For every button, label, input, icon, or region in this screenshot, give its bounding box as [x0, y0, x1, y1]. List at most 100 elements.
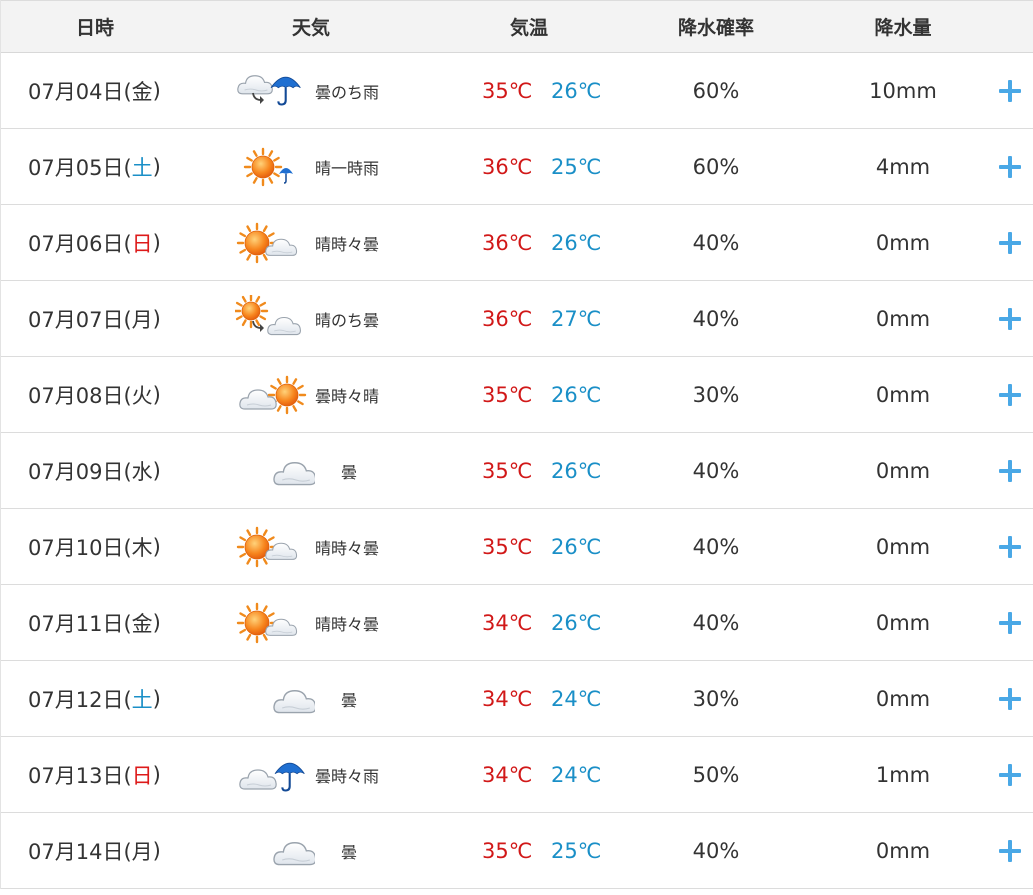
high-temp: 36℃	[482, 230, 533, 255]
precip-probability: 40%	[692, 838, 740, 863]
high-temp: 35℃	[482, 78, 533, 103]
low-temp: 26℃	[551, 382, 602, 407]
precip-amount: 0mm	[875, 458, 931, 483]
table-row: 07月10日(木) 晴時々曇 35℃ 26℃ 40% 0mm	[1, 509, 1033, 585]
table-row: 07月06日(日) 晴時々曇 36℃ 26℃ 40% 0mm	[1, 205, 1033, 281]
date-cell: 07月06日(日)	[28, 205, 161, 280]
cloud-icon	[235, 661, 315, 736]
high-temp: 34℃	[482, 686, 533, 711]
date-cell: 07月13日(日)	[28, 737, 161, 812]
date-cell: 07月07日(月)	[28, 281, 161, 356]
expand-plus-button[interactable]	[999, 535, 1021, 558]
weather-text: 曇	[341, 462, 358, 482]
date-text: 07月06日(	[28, 231, 132, 256]
table-row: 07月11日(金) 晴時々曇 34℃ 26℃ 40% 0mm	[1, 585, 1033, 661]
day-of-week: 木	[131, 535, 153, 560]
table-row: 07月12日(土) 曇 34℃ 24℃ 30% 0mm	[1, 661, 1033, 737]
date-close: )	[152, 154, 161, 179]
table-row: 07月08日(火) 曇時々晴 35℃ 26℃ 30% 0mm	[1, 357, 1033, 433]
expand-plus-button[interactable]	[999, 383, 1021, 406]
expand-plus-button[interactable]	[999, 839, 1021, 862]
cloud-then-rain-icon	[235, 53, 315, 128]
sun-sometimes-cloud-icon	[235, 509, 315, 584]
expand-cell	[994, 661, 1026, 736]
table-row: 07月05日(土) 晴一時雨 36℃ 25℃ 60% 4mm	[1, 129, 1033, 205]
date-cell: 07月08日(火)	[28, 357, 161, 432]
table-row: 07月04日(金) 曇のち雨 35℃ 26℃ 60% 10mm	[1, 53, 1033, 129]
date-text: 07月12日(	[28, 687, 132, 712]
expand-plus-button[interactable]	[999, 155, 1021, 178]
precip-amount: 1mm	[875, 762, 931, 787]
header-precip-amount: 降水量	[874, 17, 932, 39]
expand-cell	[994, 129, 1026, 204]
expand-plus-button[interactable]	[999, 79, 1021, 102]
high-temp: 35℃	[482, 534, 533, 559]
table-row: 07月13日(日) 曇時々雨 34℃ 24℃ 50% 1mm	[1, 737, 1033, 813]
high-temp: 35℃	[482, 382, 533, 407]
date-close: )	[152, 78, 161, 103]
weather-text: 晴時々曇	[315, 538, 380, 558]
date-cell: 07月11日(金)	[28, 585, 161, 660]
precip-probability: 30%	[692, 686, 740, 711]
high-temp: 35℃	[482, 838, 533, 863]
day-of-week: 日	[131, 231, 153, 256]
precip-probability: 30%	[692, 382, 740, 407]
cloud-icon	[235, 813, 315, 888]
date-close: )	[152, 306, 161, 331]
precip-probability: 60%	[692, 78, 740, 103]
low-temp: 26℃	[551, 78, 602, 103]
date-cell: 07月10日(木)	[28, 509, 161, 584]
expand-cell	[994, 53, 1026, 128]
day-of-week: 水	[131, 459, 153, 484]
precip-probability: 40%	[692, 230, 740, 255]
table-body: 07月04日(金) 曇のち雨 35℃ 26℃ 60% 10mm 07月05日(土…	[1, 53, 1033, 889]
sun-occasional-rain-icon	[235, 129, 315, 204]
low-temp: 25℃	[551, 154, 602, 179]
date-close: )	[152, 534, 161, 559]
day-of-week: 火	[131, 383, 153, 408]
expand-cell	[994, 205, 1026, 280]
high-temp: 34℃	[482, 610, 533, 635]
expand-cell	[994, 433, 1026, 508]
low-temp: 26℃	[551, 534, 602, 559]
expand-plus-button[interactable]	[999, 763, 1021, 786]
date-cell: 07月14日(月)	[28, 813, 161, 888]
date-text: 07月14日(	[28, 839, 132, 864]
date-text: 07月08日(	[28, 383, 132, 408]
high-temp: 35℃	[482, 458, 533, 483]
expand-plus-button[interactable]	[999, 307, 1021, 330]
weather-text: 晴一時雨	[315, 158, 380, 178]
high-temp: 36℃	[482, 306, 533, 331]
date-text: 07月09日(	[28, 459, 132, 484]
weather-text: 晴時々曇	[315, 234, 380, 254]
expand-plus-button[interactable]	[999, 231, 1021, 254]
expand-plus-button[interactable]	[999, 459, 1021, 482]
weather-text: 曇のち雨	[315, 82, 380, 102]
date-cell: 07月05日(土)	[28, 129, 161, 204]
date-close: )	[152, 610, 161, 635]
date-text: 07月11日(	[28, 611, 132, 636]
precip-amount: 0mm	[875, 838, 931, 863]
date-text: 07月04日(	[28, 79, 132, 104]
expand-cell	[994, 509, 1026, 584]
weather-text: 晴のち曇	[315, 310, 380, 330]
forecast-table: 日時 天気 気温 降水確率 降水量 07月04日(金) 曇のち雨 35℃ 26℃…	[0, 0, 1033, 889]
table-row: 07月09日(水) 曇 35℃ 26℃ 40% 0mm	[1, 433, 1033, 509]
low-temp: 24℃	[551, 762, 602, 787]
low-temp: 26℃	[551, 230, 602, 255]
expand-plus-button[interactable]	[999, 687, 1021, 710]
high-temp: 36℃	[482, 154, 533, 179]
expand-plus-button[interactable]	[999, 611, 1021, 634]
date-cell: 07月12日(土)	[28, 661, 161, 736]
precip-amount: 0mm	[875, 382, 931, 407]
header-weather: 天気	[291, 17, 330, 39]
header-date: 日時	[75, 17, 114, 39]
sun-sometimes-cloud-icon	[235, 585, 315, 660]
day-of-week: 金	[131, 79, 153, 104]
date-close: )	[152, 762, 161, 787]
day-of-week: 日	[131, 763, 153, 788]
sun-then-cloud-icon	[235, 281, 315, 356]
date-close: )	[152, 230, 161, 255]
precip-probability: 40%	[692, 610, 740, 635]
expand-cell	[994, 737, 1026, 812]
